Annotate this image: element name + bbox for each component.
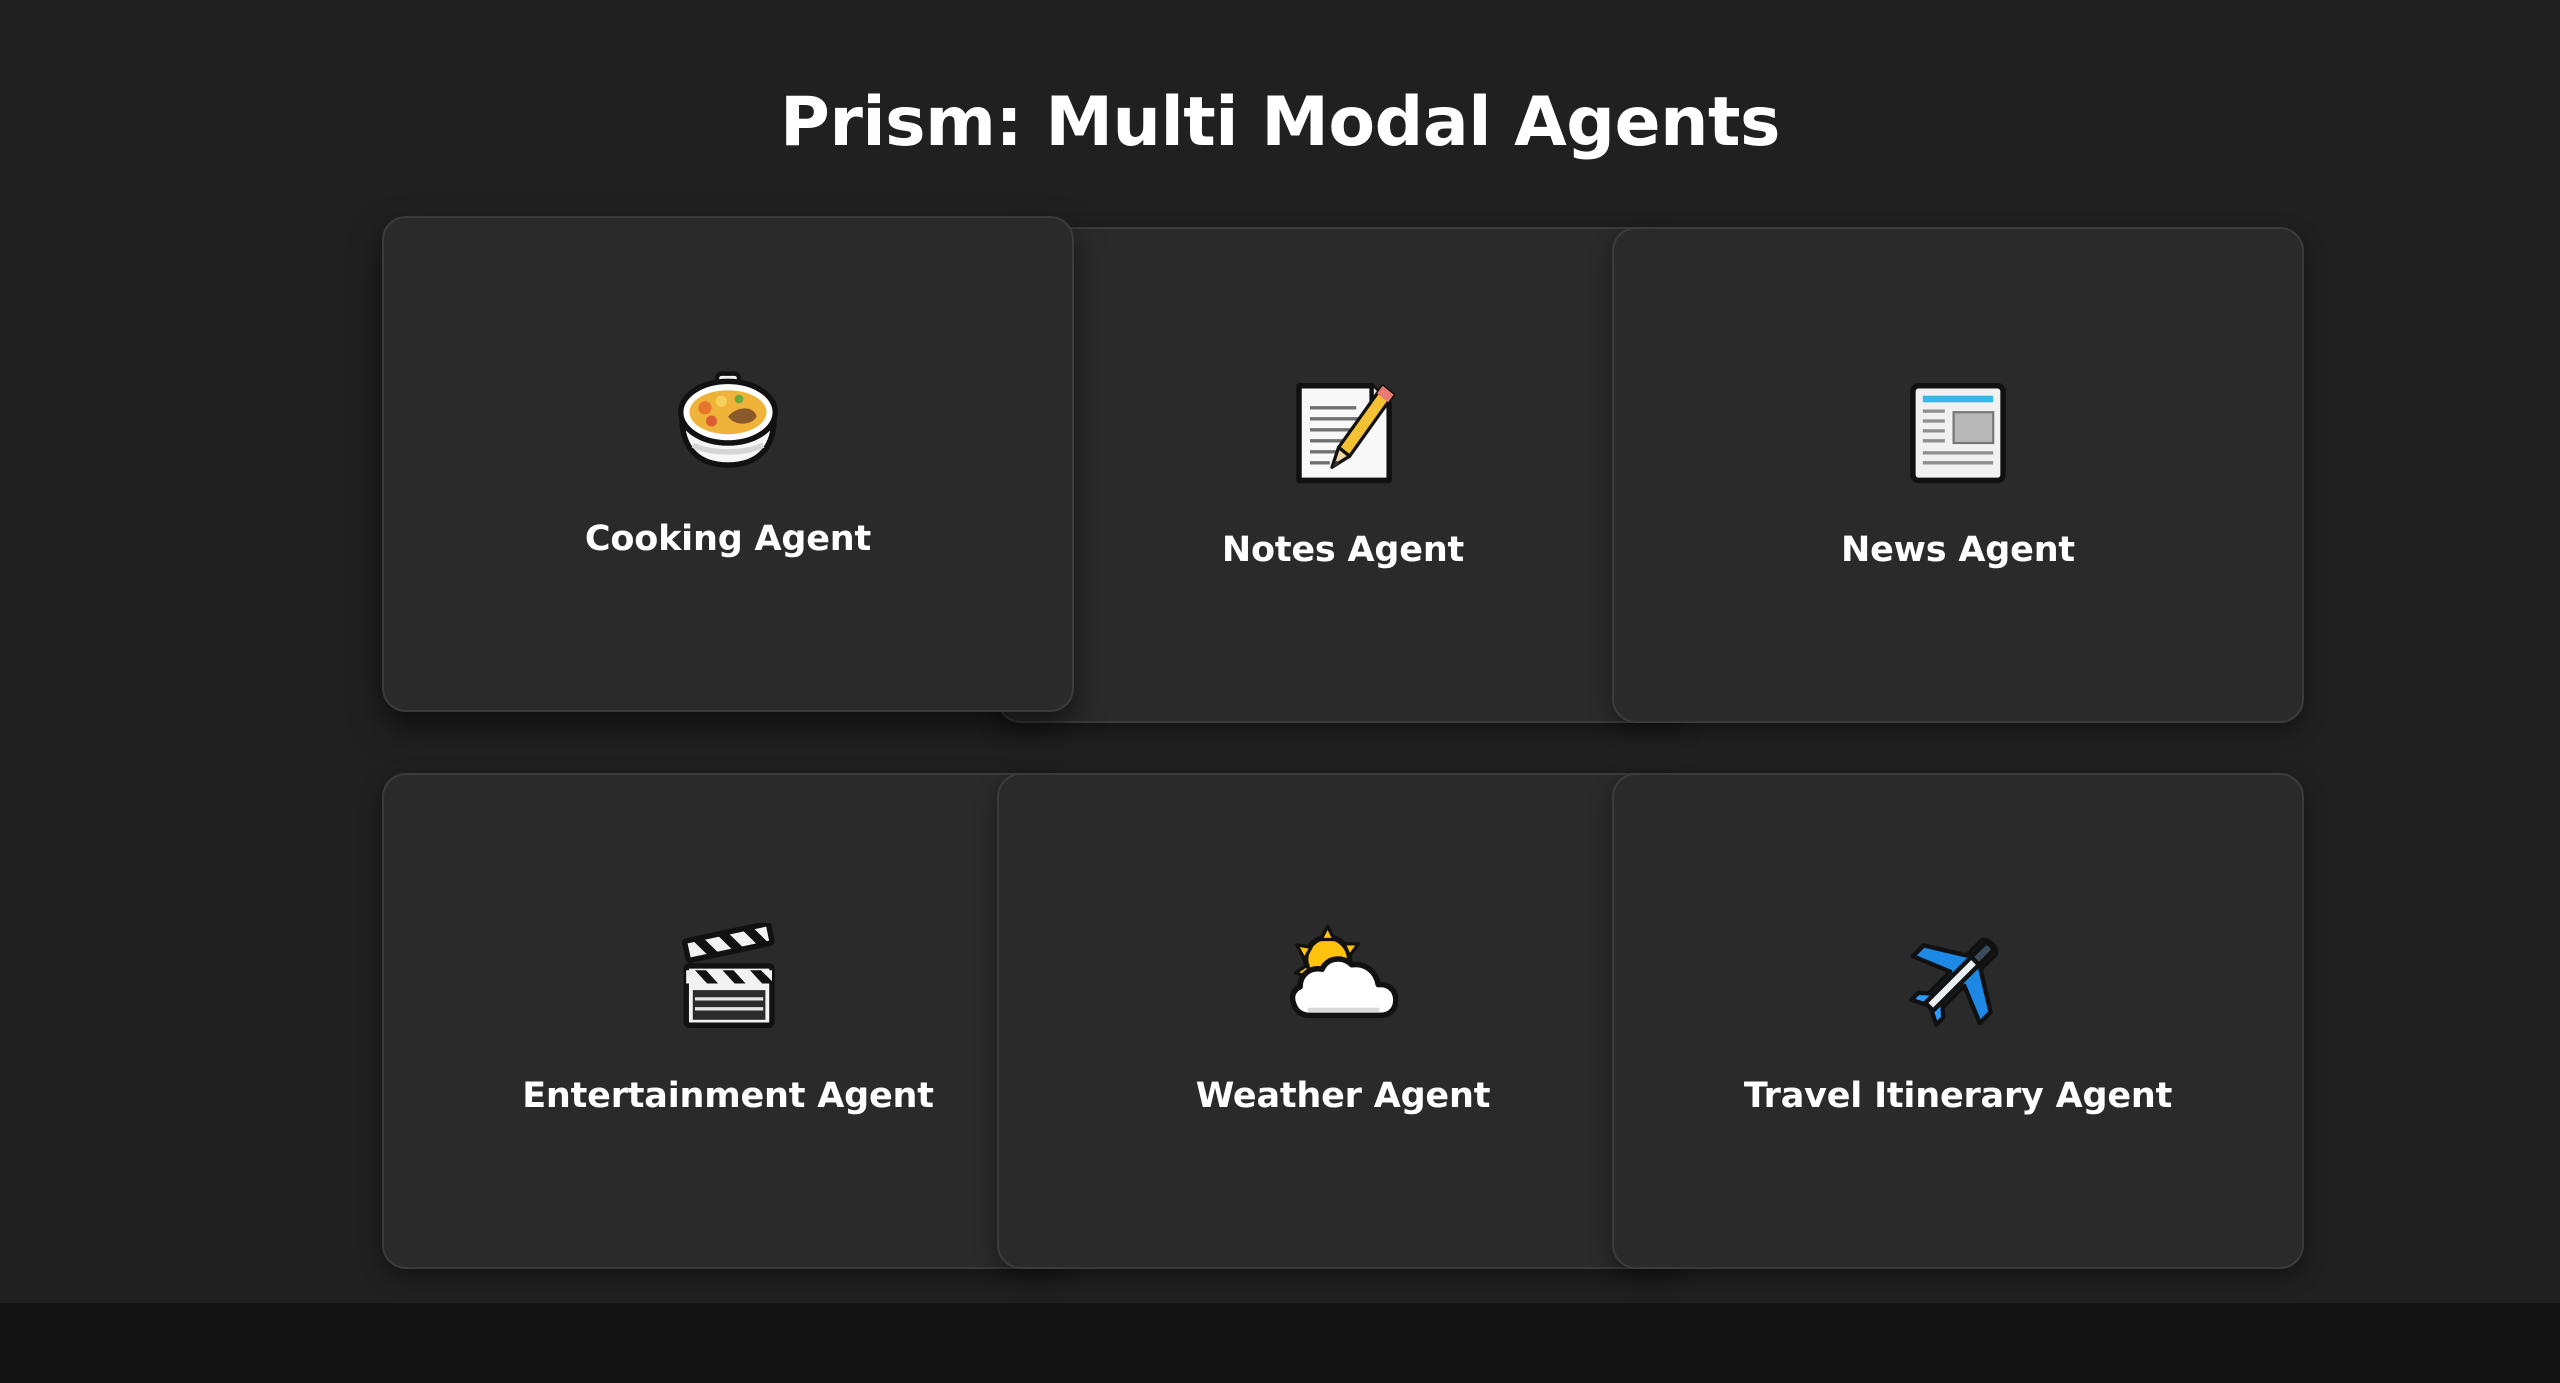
agent-card-news[interactable]: News Agent bbox=[1612, 227, 2304, 723]
newspaper-icon bbox=[1910, 383, 2006, 484]
agent-card-notes[interactable]: Notes Agent bbox=[997, 227, 1689, 723]
airplane-icon bbox=[1909, 937, 1999, 1027]
agent-card-label: Cooking Agent bbox=[584, 519, 872, 559]
page-title: Prism: Multi Modal Agents bbox=[780, 83, 1781, 162]
agent-card-weather[interactable]: Weather Agent bbox=[997, 773, 1689, 1269]
agent-card-travel-itinerary[interactable]: Travel Itinerary Agent bbox=[1612, 773, 2304, 1269]
agent-card-label: Entertainment Agent bbox=[522, 1076, 934, 1116]
app-page: Prism: Multi Modal Agents Notes Agent Ne… bbox=[0, 0, 2560, 1303]
agent-card-cooking[interactable]: Cooking Agent bbox=[382, 216, 1074, 712]
sun-behind-cloud-icon bbox=[1289, 924, 1398, 1019]
memo-pencil-icon bbox=[1296, 383, 1396, 484]
agent-card-label: News Agent bbox=[1841, 530, 2075, 570]
bottom-band bbox=[0, 1303, 2560, 1383]
clapperboard-icon bbox=[682, 923, 775, 1029]
agent-card-label: Travel Itinerary Agent bbox=[1743, 1076, 2173, 1116]
agent-card-label: Notes Agent bbox=[1221, 530, 1465, 570]
agent-card-entertainment[interactable]: Entertainment Agent bbox=[382, 773, 1074, 1269]
agent-card-label: Weather Agent bbox=[1195, 1076, 1491, 1116]
stew-pot-icon bbox=[677, 371, 779, 468]
